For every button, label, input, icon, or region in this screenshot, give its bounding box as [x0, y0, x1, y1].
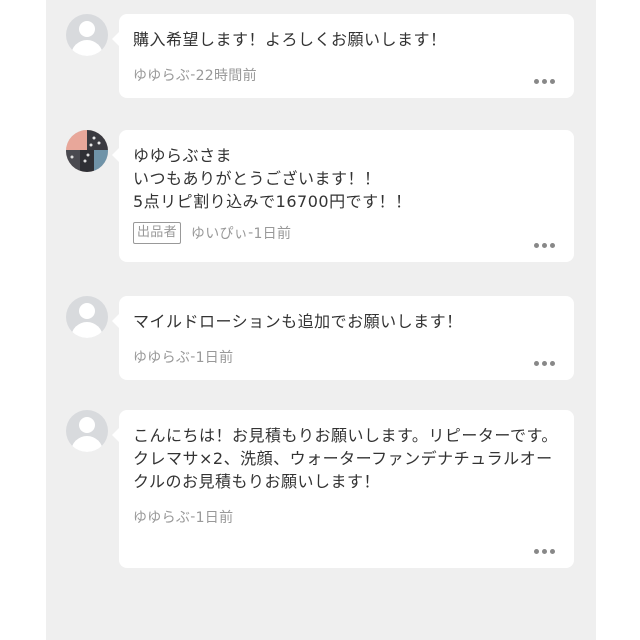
- comment-author[interactable]: ゆゆらぶ: [133, 507, 190, 527]
- comment-bubble: ゆゆらぶさま いつもありがとうございます！！ 5点リピ割り込みで16700円です…: [112, 130, 574, 262]
- more-options-icon[interactable]: [534, 361, 555, 366]
- comment-time: 22時間前: [195, 68, 257, 84]
- comment-meta: ゆゆらぶ - 1日前: [133, 346, 559, 368]
- more-options-icon[interactable]: [534, 243, 555, 248]
- comment-text: こんにちは！お見積もりお願いします。リピーターです。 クレマサ×2、洗顔、ウォー…: [133, 426, 558, 491]
- comment-bubble: 購入希望します！よろしくお願いします！ ゆゆらぶ - 22時間前: [112, 14, 574, 98]
- seller-photo-icon: [66, 130, 108, 172]
- default-avatar-icon[interactable]: [66, 410, 108, 452]
- seller-badge: 出品者: [133, 222, 181, 244]
- comment-time: 1日前: [195, 510, 234, 526]
- comment-bubble: こんにちは！お見積もりお願いします。リピーターです。 クレマサ×2、洗顔、ウォー…: [112, 410, 574, 568]
- comment-text: 購入希望します！よろしくお願いします！: [133, 30, 447, 49]
- comment-author[interactable]: ゆゆらぶ: [133, 65, 190, 85]
- comment-time: 1日前: [253, 226, 292, 242]
- comment-panel: 購入希望します！よろしくお願いします！ ゆゆらぶ - 22時間前 ゆゆらぶさま …: [46, 0, 596, 640]
- comment-author[interactable]: ゆいぴぃ: [191, 223, 248, 243]
- default-avatar-icon[interactable]: [66, 14, 108, 56]
- comment-meta: 出品者 ゆいぴぃ - 1日前: [133, 222, 559, 244]
- seller-avatar[interactable]: [66, 130, 108, 172]
- comment-text: マイルドローションも追加でお願いします！: [133, 312, 463, 331]
- comment-meta: ゆゆらぶ - 22時間前: [133, 64, 559, 86]
- more-options-icon[interactable]: [534, 79, 555, 84]
- default-avatar-icon[interactable]: [66, 296, 108, 338]
- comment-meta: ゆゆらぶ - 1日前: [133, 506, 559, 528]
- comment-bubble: マイルドローションも追加でお願いします！ ゆゆらぶ - 1日前: [112, 296, 574, 380]
- comment-text: ゆゆらぶさま いつもありがとうございます！！ 5点リピ割り込みで16700円です…: [133, 146, 412, 211]
- comment-time: 1日前: [195, 350, 234, 366]
- more-options-icon[interactable]: [534, 549, 555, 554]
- comment-author[interactable]: ゆゆらぶ: [133, 347, 190, 367]
